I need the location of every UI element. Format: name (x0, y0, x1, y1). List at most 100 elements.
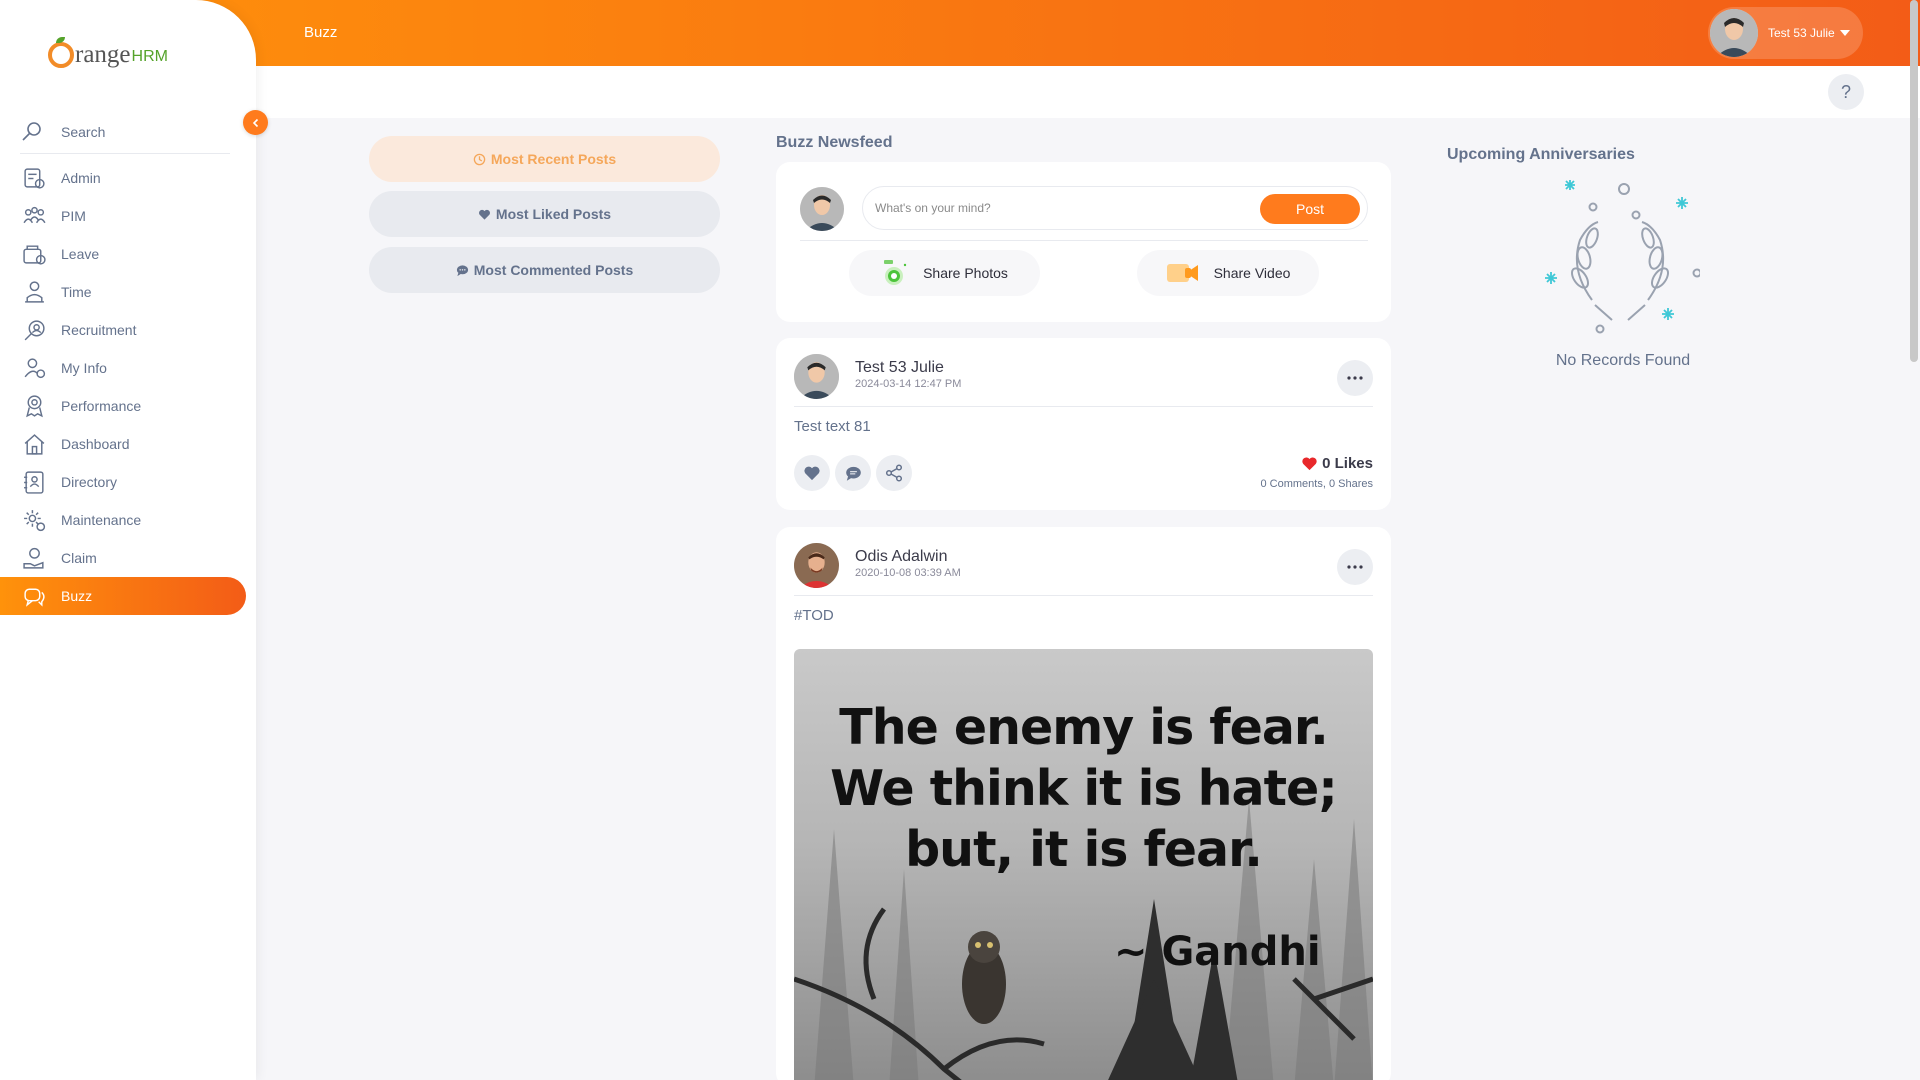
share-video-button[interactable]: Share Video (1137, 250, 1319, 296)
filter-label: Most Liked Posts (495, 206, 612, 222)
post-divider (794, 406, 1373, 407)
maintenance-icon (24, 509, 46, 531)
comment-button[interactable] (835, 455, 871, 491)
post-image-quote-line: but, it is fear. (905, 821, 1263, 878)
sidebar-item-pim[interactable]: PIM (0, 197, 246, 235)
like-button[interactable] (794, 455, 830, 491)
video-camera-icon (1166, 264, 1198, 282)
sidebar-item-maintenance[interactable]: Maintenance (0, 501, 246, 539)
share-button[interactable] (876, 455, 912, 491)
comments-count[interactable]: 0 Comments (1260, 478, 1322, 490)
sidebar-item-directory[interactable]: Directory (0, 463, 246, 501)
sub-header (256, 66, 1920, 118)
more-horizontal-icon (1347, 376, 1363, 380)
user-avatar (1710, 9, 1758, 57)
sidebar-item-label: My Info (61, 360, 107, 376)
post-divider (794, 595, 1373, 596)
clock-icon (473, 153, 486, 165)
user-dropdown[interactable]: Test 53 Julie (1708, 7, 1863, 59)
post-image-quote-line: The enemy is fear. (839, 699, 1328, 756)
sidebar-search-placeholder: Search (61, 123, 106, 140)
recruitment-icon (24, 319, 45, 340)
comment-icon (456, 264, 468, 276)
chevron-left-icon (252, 118, 258, 127)
post-date: 2020-10-08 03:39 AM (855, 567, 961, 579)
shares-count[interactable]: 0 Shares (1329, 478, 1373, 490)
sidebar-item-label: PIM (61, 208, 86, 224)
post-date: 2024-03-14 12:47 PM (855, 378, 962, 390)
post-author-name[interactable]: Odis Adalwin (855, 548, 948, 566)
heart-icon (478, 209, 490, 220)
share-video-label: Share Video (1213, 265, 1291, 281)
post-composer: What's on your mind? Post Share Photos S… (776, 162, 1391, 322)
post-options-button[interactable] (1337, 360, 1373, 396)
sidebar-item-label: Dashboard (61, 436, 130, 452)
sidebar-item-label: Buzz (61, 588, 93, 604)
logo-o-mark (48, 37, 74, 68)
sidebar-item-dashboard[interactable]: Dashboard (0, 425, 246, 463)
sidebar-item-recruitment[interactable]: Recruitment (0, 311, 246, 349)
camera-icon (884, 260, 907, 285)
heart-filled-icon (1302, 457, 1317, 471)
more-horizontal-icon (1347, 565, 1363, 569)
newsfeed-title: Buzz Newsfeed (776, 134, 893, 151)
page-title: Buzz (304, 24, 338, 41)
post-options-button[interactable] (1337, 549, 1373, 585)
sidebar-item-buzz[interactable]: Buzz (0, 577, 246, 615)
buzz-icon (24, 587, 45, 607)
post-image[interactable]: The enemy is fear. We think it is hate; … (794, 649, 1373, 1080)
page-scrollbar[interactable] (1910, 0, 1918, 362)
post-author-name[interactable]: Test 53 Julie (855, 359, 944, 377)
anniversaries-title: Upcoming Anniversaries (1447, 146, 1635, 163)
sidebar-search[interactable]: Search (20, 110, 230, 154)
post-image-quote: The enemy is fear. We think it is hate; … (794, 697, 1373, 880)
post-button[interactable]: Post (1260, 194, 1360, 224)
dashboard-icon (24, 433, 45, 455)
leave-icon (23, 244, 46, 265)
heart-icon (804, 466, 820, 481)
help-button[interactable]: ? (1828, 74, 1864, 110)
filter-most-liked-posts[interactable]: Most Liked Posts (369, 191, 720, 237)
sidebar-item-performance[interactable]: Performance (0, 387, 246, 425)
laurel-wreath-icon (1545, 180, 1700, 334)
sidebar-item-label: Time (61, 284, 92, 300)
sidebar-item-time[interactable]: Time (0, 273, 246, 311)
admin-icon (24, 167, 45, 189)
chevron-down-icon (1839, 30, 1850, 36)
post-card: Test 53 Julie 2024-03-14 12:47 PM Test t… (776, 338, 1391, 510)
comment-icon (845, 466, 861, 481)
logo-text: range (75, 41, 131, 68)
sidebar-item-leave[interactable]: Leave (0, 235, 246, 273)
main-menu: Admin PIM Leave Time Recruitment My Info… (0, 159, 256, 615)
sidebar-item-claim[interactable]: Claim (0, 539, 246, 577)
sidebar-item-label: Recruitment (61, 322, 137, 338)
performance-icon (26, 394, 43, 417)
composer-avatar (800, 187, 844, 231)
pim-icon (23, 206, 46, 223)
no-records-text: No Records Found (1555, 352, 1691, 369)
sidebar: range HRM Search Admin PIM Leave Time Re… (0, 0, 256, 1080)
logo-suffix: HRM (131, 48, 168, 65)
post-author-avatar (794, 354, 839, 399)
user-name: Test 53 Julie (1768, 26, 1835, 40)
sidebar-collapse-button[interactable] (243, 110, 268, 135)
composer-divider (800, 240, 1368, 241)
filter-most-commented-posts[interactable]: Most Commented Posts (369, 247, 720, 293)
share-photos-button[interactable]: Share Photos (849, 250, 1040, 296)
post-image-attribution: ~ Gandhi (1114, 929, 1321, 975)
sidebar-item-label: Directory (61, 474, 118, 490)
sidebar-item-my-info[interactable]: My Info (0, 349, 246, 387)
sidebar-item-label: Claim (61, 550, 97, 566)
time-icon (25, 280, 44, 303)
post-input-placeholder: What's on your mind? (875, 201, 991, 215)
share-photos-label: Share Photos (923, 265, 1008, 281)
orangehrm-logo[interactable]: range HRM (48, 28, 168, 68)
post-image-quote-line: We think it is hate; (830, 760, 1338, 817)
top-bar: Buzz Test 53 Julie (0, 0, 1920, 66)
sidebar-item-label: Leave (61, 246, 100, 262)
filter-most-recent-posts[interactable]: Most Recent Posts (369, 136, 720, 182)
likes-count: 0 Likes (1301, 455, 1373, 472)
share-icon (885, 464, 903, 482)
post-author-avatar (794, 543, 839, 588)
sidebar-item-admin[interactable]: Admin (0, 159, 246, 197)
